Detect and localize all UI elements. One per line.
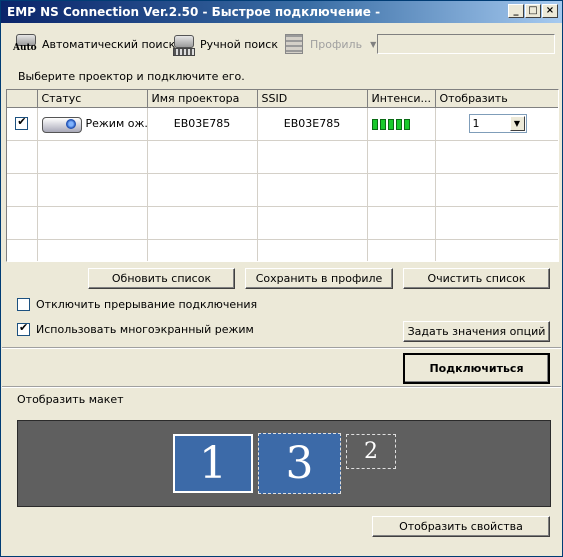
set-options-button[interactable]: Задать значения опций — [403, 321, 550, 342]
manual-search-icon — [171, 32, 197, 56]
main-window: EMP NS Connection Ver.2.50 - Быстрое под… — [0, 0, 563, 557]
minimize-button[interactable]: _ — [508, 4, 524, 18]
disable-interrupt-label: Отключить прерывание подключения — [36, 298, 258, 311]
display-properties-button[interactable]: Отобразить свойства — [372, 516, 550, 537]
chevron-down-icon[interactable]: ▼ — [370, 40, 376, 49]
profile-combo[interactable] — [377, 34, 555, 54]
disable-interrupt-option[interactable]: Отключить прерывание подключения — [17, 298, 257, 311]
signal-strength-icon — [371, 118, 410, 130]
separator — [2, 386, 561, 388]
instruction-text: Выберите проектор и подключите его. — [18, 70, 245, 83]
projector-table: Статус Имя проектора SSID Интенси... Ото… — [6, 89, 559, 262]
profile-icon — [281, 32, 307, 56]
table-row[interactable] — [7, 173, 558, 207]
signal-cell — [367, 107, 436, 141]
manual-search-label: Ручной поиск — [200, 37, 278, 51]
table-row[interactable] — [7, 140, 558, 174]
save-profile-button[interactable]: Сохранить в профиле — [245, 268, 393, 289]
table-row[interactable]: Режим ож... EB03E785 EB03E785 1 ▼ — [7, 107, 558, 141]
auto-search-button[interactable]: Автоматический поиск — [13, 31, 175, 57]
window-title: EMP NS Connection Ver.2.50 - Быстрое под… — [7, 5, 381, 19]
auto-search-icon — [13, 32, 39, 56]
column-header-projector-name[interactable]: Имя проектора — [147, 90, 258, 108]
table-row[interactable] — [7, 206, 558, 240]
disable-interrupt-checkbox[interactable] — [17, 298, 30, 311]
screen-2[interactable]: 2 — [346, 434, 396, 469]
row-checkbox[interactable] — [15, 115, 29, 131]
display-select-value: 1 — [472, 117, 480, 130]
row-select-cell[interactable] — [7, 107, 38, 141]
separator — [2, 347, 561, 349]
table-header: Статус Имя проектора SSID Интенси... Ото… — [7, 90, 558, 108]
table-row[interactable] — [7, 239, 558, 261]
multiscreen-option[interactable]: Использовать многоэкранный режим — [17, 321, 254, 336]
refresh-list-button[interactable]: Обновить список — [88, 268, 235, 289]
projector-icon — [41, 114, 82, 134]
status-cell: Режим ож... — [37, 107, 148, 141]
screen-1[interactable]: 1 — [173, 434, 253, 493]
column-header-signal[interactable]: Интенси... — [367, 90, 436, 108]
display-select[interactable]: 1 ▼ — [468, 114, 527, 133]
title-bar[interactable]: EMP NS Connection Ver.2.50 - Быстрое под… — [1, 1, 562, 23]
display-layout-area: 1 3 2 — [17, 420, 551, 507]
chevron-down-icon[interactable]: ▼ — [509, 116, 525, 131]
maximize-button[interactable]: □ — [525, 4, 541, 18]
display-cell: 1 ▼ — [435, 107, 558, 141]
close-button[interactable]: × — [542, 4, 558, 18]
multiscreen-label: Использовать многоэкранный режим — [36, 323, 254, 336]
screen-3[interactable]: 3 — [258, 433, 341, 494]
auto-search-label: Автоматический поиск — [42, 37, 176, 51]
manual-search-button[interactable]: Ручной поиск — [171, 31, 278, 57]
profile-button[interactable]: Профиль ▼ — [281, 31, 376, 57]
projector-name-cell: EB03E785 — [147, 107, 258, 141]
status-text: Режим ож... — [85, 116, 147, 130]
column-header-status[interactable]: Статус — [37, 90, 148, 108]
layout-label: Отобразить макет — [17, 393, 124, 406]
column-header-ssid[interactable]: SSID — [257, 90, 368, 108]
column-header-select[interactable] — [7, 90, 38, 108]
connect-button[interactable]: Подключиться — [403, 353, 550, 384]
multiscreen-checkbox[interactable] — [17, 321, 30, 336]
profile-label: Профиль — [310, 37, 363, 51]
column-header-display[interactable]: Отобразить — [435, 90, 558, 108]
ssid-cell: EB03E785 — [257, 107, 368, 141]
clear-list-button[interactable]: Очистить список — [403, 268, 550, 289]
toolbar: Автоматический поиск Ручной поиск Профил… — [1, 25, 562, 63]
